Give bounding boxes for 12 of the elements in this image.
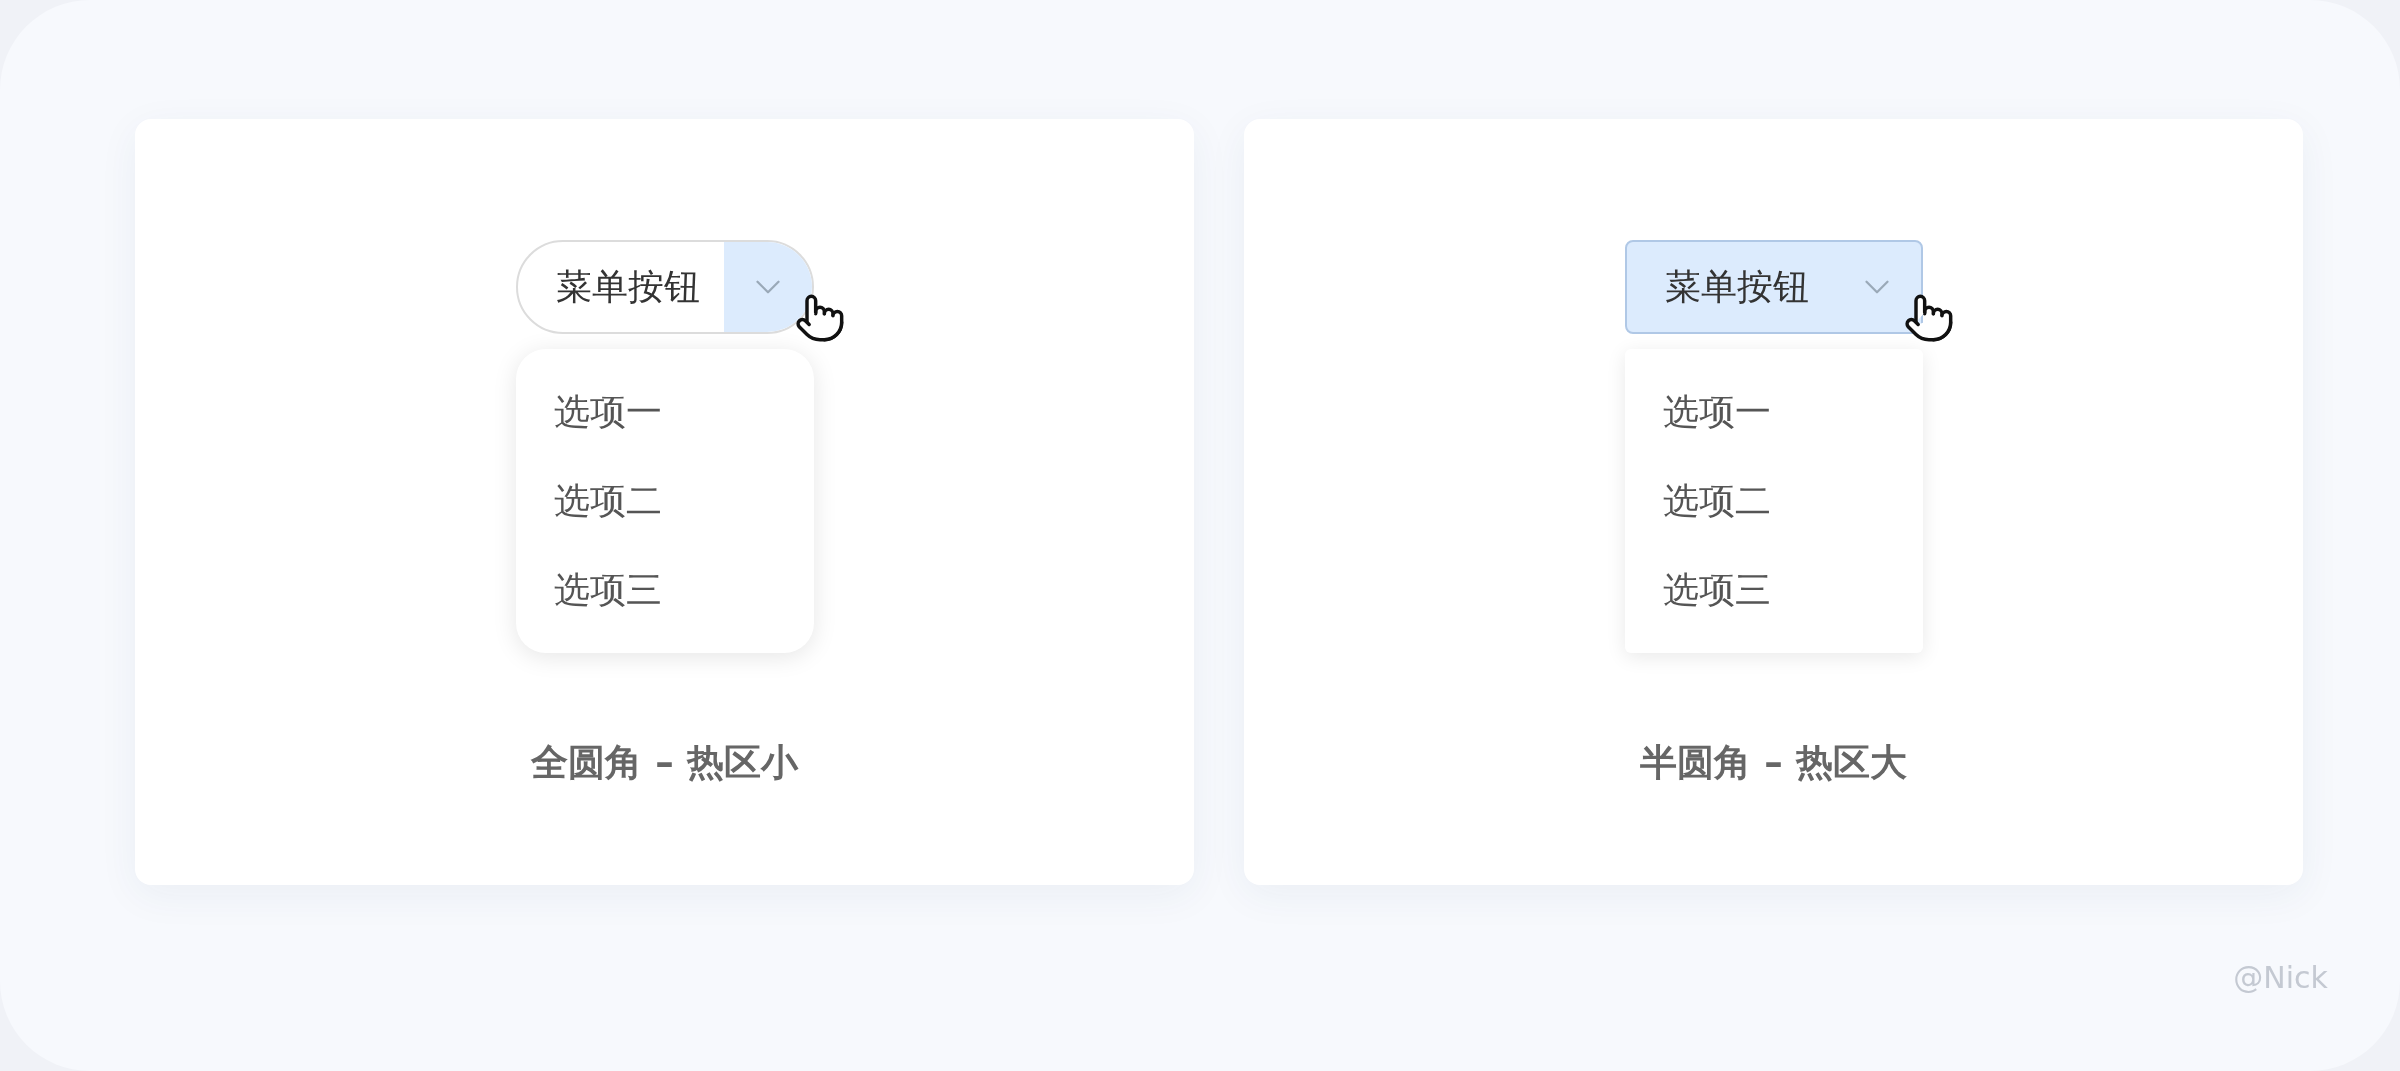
hand-pointer-icon: [1902, 292, 1955, 344]
menu-option[interactable]: 选项二: [1624, 456, 1923, 545]
menu-option[interactable]: 选项三: [1624, 545, 1923, 634]
caption: 半圆角 – 热区大: [1640, 740, 1907, 786]
menu-option[interactable]: 选项一: [515, 367, 814, 456]
menu-option[interactable]: 选项一: [1624, 367, 1923, 456]
menu-option[interactable]: 选项二: [515, 456, 814, 545]
menu-button[interactable]: 菜单按钮: [515, 240, 814, 334]
caption: 全圆角 – 热区小: [531, 740, 798, 786]
hand-pointer-icon: [793, 292, 846, 344]
menu-option[interactable]: 选项三: [515, 545, 814, 634]
menu-button[interactable]: 菜单按钮: [1624, 240, 1923, 334]
